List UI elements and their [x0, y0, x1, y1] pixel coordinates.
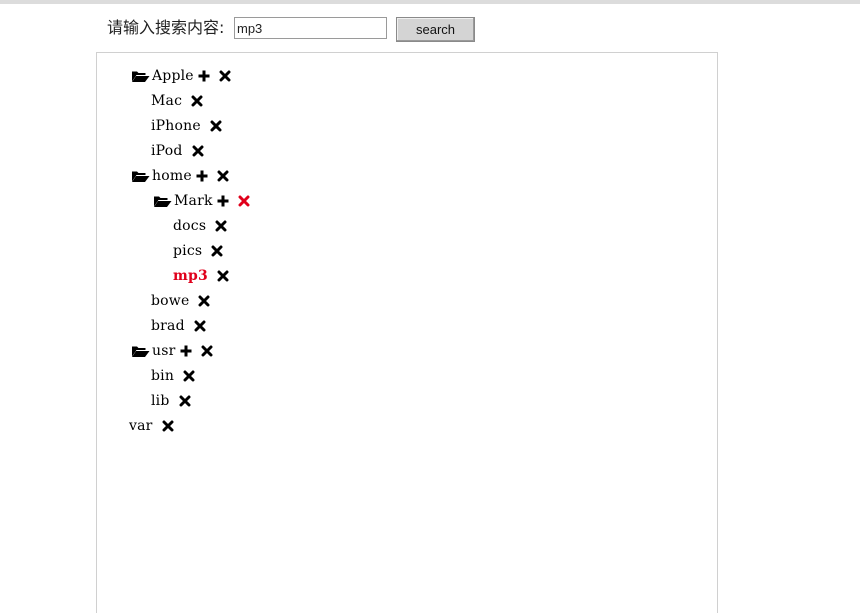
tree-node-label[interactable]: Mark	[174, 193, 213, 209]
search-input[interactable]	[234, 17, 387, 39]
tree-node-label[interactable]: bowe	[151, 293, 189, 309]
delete-icon[interactable]	[217, 270, 229, 282]
plus-icon[interactable]	[198, 70, 210, 82]
delete-icon[interactable]	[211, 245, 223, 257]
folder-open-icon[interactable]	[131, 344, 150, 358]
plus-icon[interactable]	[180, 345, 192, 357]
tree-node-label[interactable]: var	[129, 418, 153, 434]
tree-node-label[interactable]: docs	[173, 218, 206, 234]
search-label: 请输入搜索内容:	[107, 18, 225, 37]
tree-node-docs[interactable]: docs	[173, 216, 227, 236]
delete-icon[interactable]	[238, 195, 250, 207]
tree-node-mac[interactable]: Mac	[151, 91, 203, 111]
tree-node-label[interactable]: pics	[173, 243, 202, 259]
tree-node-brad[interactable]: brad	[151, 316, 206, 336]
tree-node-label[interactable]: Mac	[151, 93, 182, 109]
tree-node-home[interactable]: home	[131, 166, 229, 186]
tree-node-label[interactable]: bin	[151, 368, 174, 384]
tree-node-apple[interactable]: Apple	[131, 66, 231, 86]
tree-node-label[interactable]: iPhone	[151, 118, 201, 134]
delete-icon[interactable]	[192, 145, 204, 157]
search-button[interactable]: search	[396, 17, 475, 42]
tree-node-mark[interactable]: Mark	[153, 191, 250, 211]
tree-node-label[interactable]: Apple	[152, 68, 194, 84]
tree-node-usr[interactable]: usr	[131, 341, 213, 361]
delete-icon[interactable]	[210, 120, 222, 132]
folder-open-icon[interactable]	[131, 169, 150, 183]
tree-node-label[interactable]: usr	[152, 343, 176, 359]
tree-node-mp3[interactable]: mp3	[173, 266, 229, 286]
delete-icon[interactable]	[215, 220, 227, 232]
delete-icon[interactable]	[219, 70, 231, 82]
delete-icon[interactable]	[201, 345, 213, 357]
delete-icon[interactable]	[198, 295, 210, 307]
tree-node-label[interactable]: iPod	[151, 143, 183, 159]
tree-node-label[interactable]: brad	[151, 318, 185, 334]
delete-icon[interactable]	[217, 170, 229, 182]
tree-node-ipod[interactable]: iPod	[151, 141, 204, 161]
plus-icon[interactable]	[196, 170, 208, 182]
delete-icon[interactable]	[179, 395, 191, 407]
delete-icon[interactable]	[162, 420, 174, 432]
top-border	[0, 0, 860, 4]
delete-icon[interactable]	[194, 320, 206, 332]
tree-node-pics[interactable]: pics	[173, 241, 223, 261]
folder-open-icon[interactable]	[131, 69, 150, 83]
tree-node-label[interactable]: lib	[151, 393, 170, 409]
delete-icon[interactable]	[191, 95, 203, 107]
tree-node-var[interactable]: var	[129, 416, 174, 436]
delete-icon[interactable]	[183, 370, 195, 382]
tree-panel: Apple Mac iPhone iPod home Mark docs pic…	[96, 52, 718, 613]
tree-node-bowe[interactable]: bowe	[151, 291, 210, 311]
folder-open-icon[interactable]	[153, 194, 172, 208]
tree-node-bin[interactable]: bin	[151, 366, 195, 386]
tree-node-label[interactable]: home	[152, 168, 192, 184]
tree-node-lib[interactable]: lib	[151, 391, 191, 411]
tree-node-label-highlighted[interactable]: mp3	[173, 268, 208, 284]
plus-icon[interactable]	[217, 195, 229, 207]
tree-node-iphone[interactable]: iPhone	[151, 116, 222, 136]
